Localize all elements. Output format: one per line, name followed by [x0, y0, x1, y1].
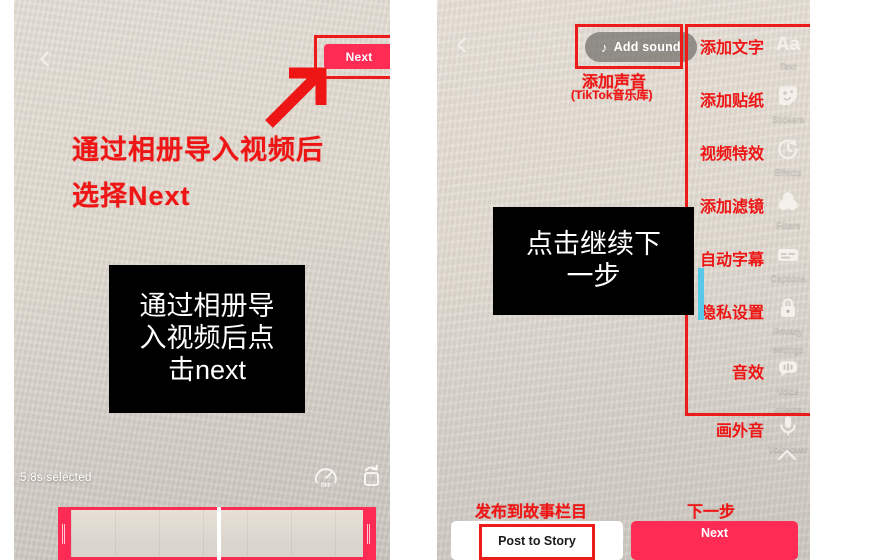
add-sound-label: Add sound [613, 40, 681, 54]
effects-clock-icon [775, 136, 801, 162]
video-trimmer[interactable] [58, 507, 376, 560]
sidebar-item-label-en: Filters [775, 220, 801, 230]
chevron-left-icon[interactable] [451, 34, 473, 56]
sidebar-item-stickers[interactable]: 添加贴纸 Stickers [680, 81, 810, 134]
post-story-annotation: 发布到故事栏目 [475, 504, 588, 521]
tutorial-screenshot: Next 通过相册导入视频后 选择Next 通过相册导 入视频后点 击next … [0, 0, 887, 560]
sidebar-item-voice-effects[interactable]: 音效 Voice effects [680, 353, 810, 414]
sidebar-item-label-cn: 自动字幕 [699, 252, 764, 269]
sidebar-item-label-en: Effects [774, 167, 802, 177]
arrow-up-right-icon [259, 62, 331, 130]
sidebar-item-label-cn: 添加文字 [699, 40, 764, 57]
speed-off-icon[interactable]: OFF [313, 465, 339, 491]
svg-text:OFF: OFF [321, 483, 331, 489]
trim-handle-left[interactable] [58, 510, 71, 557]
sidebar-item-label-cn: 添加滤镜 [699, 199, 764, 216]
sidebar-item-label-cn: 添加贴纸 [699, 93, 764, 110]
svg-text:Aa: Aa [776, 34, 801, 55]
sidebar-item-label-en: Captions [770, 273, 806, 283]
lock-icon [775, 295, 801, 321]
microphone-icon [775, 413, 801, 439]
sidebar-item-label-cn: 隐私设置 [699, 305, 764, 322]
sidebar-item-label-cn: 画外音 [715, 423, 764, 440]
left-phone-panel: Next 通过相册导入视频后 选择Next 通过相册导 入视频后点 击next … [14, 0, 390, 560]
sidebar-item-label-en: Privacy settings [772, 326, 804, 354]
sidebar-item-effects[interactable]: 视频特效 Effects [680, 134, 810, 187]
next-button-left[interactable]: Next [324, 44, 390, 69]
selection-duration-label: 5.8s selected [20, 472, 92, 484]
voice-effects-icon [775, 355, 801, 381]
left-annotation-line-1: 通过相册导入视频后 [72, 135, 324, 165]
left-black-note: 通过相册导 入视频后点 击next [109, 265, 305, 413]
playhead[interactable] [217, 507, 221, 560]
chevron-up-icon[interactable] [775, 447, 799, 463]
text-aa-icon: Aa [775, 30, 801, 56]
sidebar-item-label-en: Text [779, 61, 797, 71]
sticker-icon [775, 83, 801, 109]
captions-icon [775, 242, 801, 268]
add-sound-annotation-2: (TikTok音乐库) [571, 88, 653, 102]
next-button-label: Next [700, 526, 729, 540]
next-button-right[interactable]: Next [631, 521, 798, 560]
sidebar-item-label-en: Voice effects [774, 386, 802, 414]
chevron-left-icon[interactable] [34, 48, 56, 70]
left-annotation-line-2: 选择Next [72, 181, 191, 211]
sidebar-item-filters[interactable]: 添加滤镜 Filters [680, 187, 810, 240]
next-annotation: 下一步 [687, 504, 736, 521]
post-to-story-button[interactable]: Post to Story [451, 521, 623, 560]
sidebar-item-label-en: Stickers [771, 114, 804, 124]
sidebar-item-label-cn: 视频特效 [699, 146, 764, 163]
trim-filmstrip[interactable] [71, 507, 363, 560]
right-phone-panel: ♪ Add sound 添加声音 (TikTok音乐库) 添加文字 Aa Tex… [437, 0, 810, 560]
filters-circles-icon [775, 189, 801, 215]
sidebar-item-label-cn: 音效 [731, 365, 764, 382]
next-button-subtext [713, 541, 716, 552]
music-note-icon: ♪ [601, 39, 608, 55]
privacy-highlight-strip [698, 268, 704, 320]
trim-handle-right[interactable] [363, 510, 376, 557]
right-black-note: 点击继续下 一步 [493, 207, 694, 315]
edit-tools-sidebar: 添加文字 Aa Text 添加贴纸 Stickers 视频特效 Effects … [680, 28, 810, 464]
rotate-icon[interactable] [359, 463, 385, 489]
sidebar-item-text[interactable]: 添加文字 Aa Text [680, 28, 810, 81]
